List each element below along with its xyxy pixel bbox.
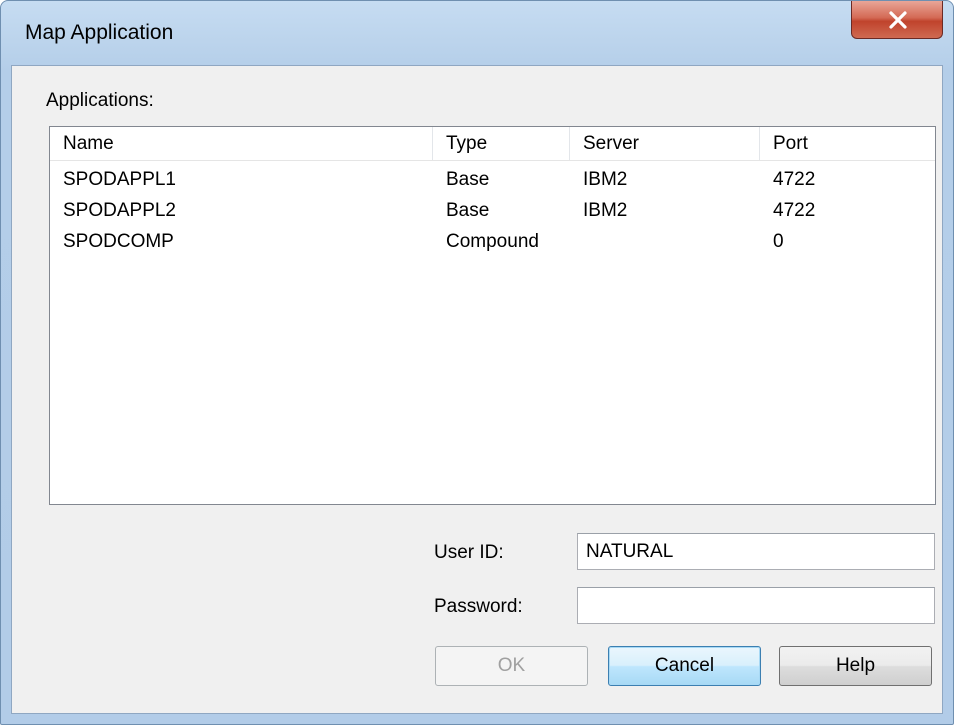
ok-button[interactable]: OK bbox=[435, 646, 588, 686]
cell-port: 4722 bbox=[773, 200, 816, 221]
cancel-button[interactable]: Cancel bbox=[608, 646, 761, 686]
cell-type: Base bbox=[446, 169, 490, 190]
dialog-body: Applications: Name Type Server Port SPOD… bbox=[11, 65, 943, 714]
cell-server bbox=[570, 226, 760, 257]
list-row[interactable]: SPODCOMP Compound 0 bbox=[50, 226, 935, 257]
cell-server: IBM2 bbox=[583, 200, 628, 221]
user-id-input[interactable]: NATURAL bbox=[577, 533, 935, 570]
map-application-dialog: Map Application Applications: Name Type … bbox=[0, 0, 954, 725]
cell-port: 4722 bbox=[773, 169, 816, 190]
column-header-server[interactable]: Server bbox=[570, 127, 760, 160]
column-header-type[interactable]: Type bbox=[433, 127, 570, 160]
cell-name: SPODCOMP bbox=[63, 231, 174, 252]
cell-type: Base bbox=[446, 200, 490, 221]
applications-label: Applications: bbox=[46, 90, 154, 111]
list-row[interactable]: SPODAPPL2 Base IBM2 4722 bbox=[50, 195, 935, 226]
cell-type: Compound bbox=[446, 231, 539, 252]
cell-name: SPODAPPL1 bbox=[63, 169, 176, 190]
list-row[interactable]: SPODAPPL1 Base IBM2 4722 bbox=[50, 164, 935, 195]
password-input[interactable] bbox=[577, 587, 935, 624]
cell-name: SPODAPPL2 bbox=[63, 200, 176, 221]
column-header-port[interactable]: Port bbox=[760, 127, 935, 160]
help-button[interactable]: Help bbox=[779, 646, 932, 686]
column-header-name[interactable]: Name bbox=[50, 127, 433, 160]
user-id-label: User ID: bbox=[434, 542, 504, 563]
close-icon bbox=[889, 11, 907, 29]
applications-list[interactable]: Name Type Server Port SPODAPPL1 Base IBM… bbox=[49, 126, 936, 505]
cell-port: 0 bbox=[773, 231, 784, 252]
list-header: Name Type Server Port bbox=[50, 127, 935, 161]
window-title: Map Application bbox=[25, 21, 174, 44]
close-button[interactable] bbox=[851, 1, 943, 39]
title-bar[interactable]: Map Application bbox=[1, 1, 953, 65]
cell-server: IBM2 bbox=[583, 169, 628, 190]
password-label: Password: bbox=[434, 596, 523, 617]
